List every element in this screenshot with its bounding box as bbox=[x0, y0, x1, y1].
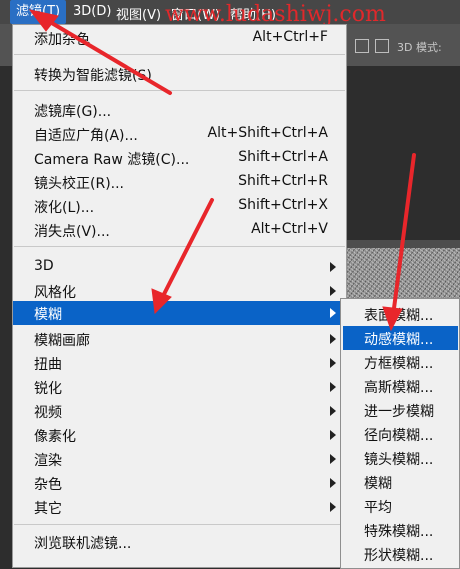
menu-item-camera-raw[interactable]: Camera Raw 滤镜(C)... Shift+Ctrl+A bbox=[13, 146, 346, 170]
menu-item-pixelate[interactable]: 像素化 bbox=[13, 423, 346, 447]
menu-item-blur-gallery[interactable]: 模糊画廊 bbox=[13, 327, 346, 351]
menu-item-video[interactable]: 视频 bbox=[13, 399, 346, 423]
submenu-item-average[interactable]: 平均 bbox=[341, 494, 459, 518]
menu-item-label: 模糊画廊 bbox=[34, 333, 90, 349]
menu-item-shortcut: Shift+Ctrl+X bbox=[238, 197, 328, 213]
menu-item-label: 液化(L)... bbox=[34, 200, 95, 216]
menu-item-adaptive-wide-angle[interactable]: 自适应广角(A)... Alt+Shift+Ctrl+A bbox=[13, 122, 346, 146]
menu-bar: 滤镜(T) 3D(D) 视图(V) 窗口(W) 帮助(H) www.ludash… bbox=[0, 0, 460, 27]
submenu-item-label: 特殊模糊... bbox=[364, 524, 434, 540]
menu-item-sharpen[interactable]: 锐化 bbox=[13, 375, 346, 399]
menu-item-label: 锐化 bbox=[34, 381, 62, 397]
submenu-item-radial-blur[interactable]: 径向模糊... bbox=[341, 422, 459, 446]
menu-item-other[interactable]: 其它 bbox=[13, 495, 346, 519]
menu-item-liquify[interactable]: 液化(L)... Shift+Ctrl+X bbox=[13, 194, 346, 218]
menu-item-convert-smart-filter[interactable]: 转换为智能滤镜(S) bbox=[13, 62, 346, 86]
menu-item-vanishing-point[interactable]: 消失点(V)... Alt+Ctrl+V bbox=[13, 218, 346, 242]
submenu-item-shape-blur[interactable]: 形状模糊... bbox=[341, 542, 459, 566]
menu-item-stylize[interactable]: 风格化 bbox=[13, 279, 346, 303]
menu-separator bbox=[14, 54, 345, 55]
menu-item-label: 模糊 bbox=[34, 307, 62, 323]
submenu-item-label: 进一步模糊 bbox=[364, 404, 434, 420]
submenu-arrow-icon bbox=[330, 358, 336, 368]
menu-item-label: 像素化 bbox=[34, 429, 76, 445]
menu-item-label: Camera Raw 滤镜(C)... bbox=[34, 152, 190, 168]
menu-item-label: 视频 bbox=[34, 405, 62, 421]
align-icon[interactable] bbox=[355, 39, 369, 53]
menu-item-shortcut: Alt+Shift+Ctrl+A bbox=[207, 125, 328, 141]
menu-view[interactable]: 视图(V) bbox=[116, 4, 161, 23]
menu-item-label: 其它 bbox=[34, 501, 62, 517]
menu-item-label: 3D bbox=[34, 258, 54, 274]
menu-item-label: 浏览联机滤镜... bbox=[34, 536, 132, 552]
menu-item-browse-online-filters[interactable]: 浏览联机滤镜... bbox=[13, 530, 346, 554]
submenu-arrow-icon bbox=[330, 308, 336, 318]
submenu-item-label: 平均 bbox=[364, 500, 392, 516]
submenu-arrow-icon bbox=[330, 406, 336, 416]
menu-item-label: 滤镜库(G)... bbox=[34, 104, 112, 120]
submenu-arrow-icon bbox=[330, 262, 336, 272]
submenu-arrow-icon bbox=[330, 286, 336, 296]
submenu-item-label: 高斯模糊... bbox=[364, 380, 434, 396]
submenu-item-blur-more[interactable]: 进一步模糊 bbox=[341, 398, 459, 422]
submenu-item-lens-blur[interactable]: 镜头模糊... bbox=[341, 446, 459, 470]
menu-item-shortcut: Shift+Ctrl+A bbox=[238, 149, 328, 165]
submenu-arrow-icon bbox=[330, 454, 336, 464]
menu-filter[interactable]: 滤镜(T) bbox=[10, 0, 67, 24]
menu-item-label: 扭曲 bbox=[34, 357, 62, 373]
submenu-arrow-icon bbox=[330, 382, 336, 392]
submenu-item-blur[interactable]: 模糊 bbox=[341, 470, 459, 494]
canvas-ruler-strip bbox=[340, 240, 460, 248]
submenu-arrow-icon bbox=[330, 334, 336, 344]
menu-item-distort[interactable]: 扭曲 bbox=[13, 351, 346, 375]
blur-submenu: 表面模糊... 动感模糊... 方框模糊... 高斯模糊... 进一步模糊 径向… bbox=[340, 298, 460, 569]
menu-item-label: 渲染 bbox=[34, 453, 62, 469]
menu-item-noise[interactable]: 杂色 bbox=[13, 471, 346, 495]
submenu-item-surface-blur[interactable]: 表面模糊... bbox=[341, 302, 459, 326]
menu-item-blur[interactable]: 模糊 bbox=[13, 301, 346, 325]
menu-item-label: 风格化 bbox=[34, 285, 76, 301]
submenu-item-label: 动感模糊... bbox=[364, 332, 434, 348]
submenu-arrow-icon bbox=[330, 502, 336, 512]
menu-item-filter-gallery[interactable]: 滤镜库(G)... bbox=[13, 98, 346, 122]
submenu-item-label: 镜头模糊... bbox=[364, 452, 434, 468]
submenu-item-label: 表面模糊... bbox=[364, 308, 434, 324]
menu-item-label: 镜头校正(R)... bbox=[34, 176, 125, 192]
submenu-item-box-blur[interactable]: 方框模糊... bbox=[341, 350, 459, 374]
submenu-item-motion-blur[interactable]: 动感模糊... bbox=[343, 326, 458, 350]
submenu-arrow-icon bbox=[330, 430, 336, 440]
submenu-item-label: 模糊 bbox=[364, 476, 392, 492]
menu-item-label: 消失点(V)... bbox=[34, 224, 110, 240]
menu-item-add-noise[interactable]: 添加杂色 Alt+Ctrl+F bbox=[13, 26, 346, 50]
menu-item-shortcut: Alt+Ctrl+F bbox=[252, 29, 328, 45]
3d-mode-label: 3D 模式: bbox=[397, 41, 442, 54]
distribute-icon[interactable] bbox=[375, 39, 389, 53]
submenu-item-label: 径向模糊... bbox=[364, 428, 434, 444]
menu-item-label: 自适应广角(A)... bbox=[34, 128, 138, 144]
menu-separator bbox=[14, 90, 345, 91]
submenu-arrow-icon bbox=[330, 478, 336, 488]
menu-separator bbox=[14, 524, 345, 525]
submenu-item-label: 形状模糊... bbox=[364, 548, 434, 564]
menu-item-shortcut: Shift+Ctrl+R bbox=[238, 173, 328, 189]
menu-item-shortcut: Alt+Ctrl+V bbox=[251, 221, 328, 237]
menu-item-label: 转换为智能滤镜(S) bbox=[34, 68, 152, 84]
submenu-item-gaussian-blur[interactable]: 高斯模糊... bbox=[341, 374, 459, 398]
menu-separator bbox=[14, 246, 345, 247]
menu-item-label: 添加杂色 bbox=[34, 32, 90, 48]
filter-menu: 添加杂色 Alt+Ctrl+F 转换为智能滤镜(S) 滤镜库(G)... 自适应… bbox=[12, 24, 347, 568]
menu-item-render[interactable]: 渲染 bbox=[13, 447, 346, 471]
menu-item-3d[interactable]: 3D bbox=[13, 255, 346, 279]
menu-item-label: 杂色 bbox=[34, 477, 62, 493]
menu-item-lens-correction[interactable]: 镜头校正(R)... Shift+Ctrl+R bbox=[13, 170, 346, 194]
submenu-item-label: 方框模糊... bbox=[364, 356, 434, 372]
menu-3d[interactable]: 3D(D) bbox=[73, 4, 111, 19]
submenu-item-smart-blur[interactable]: 特殊模糊... bbox=[341, 518, 459, 542]
